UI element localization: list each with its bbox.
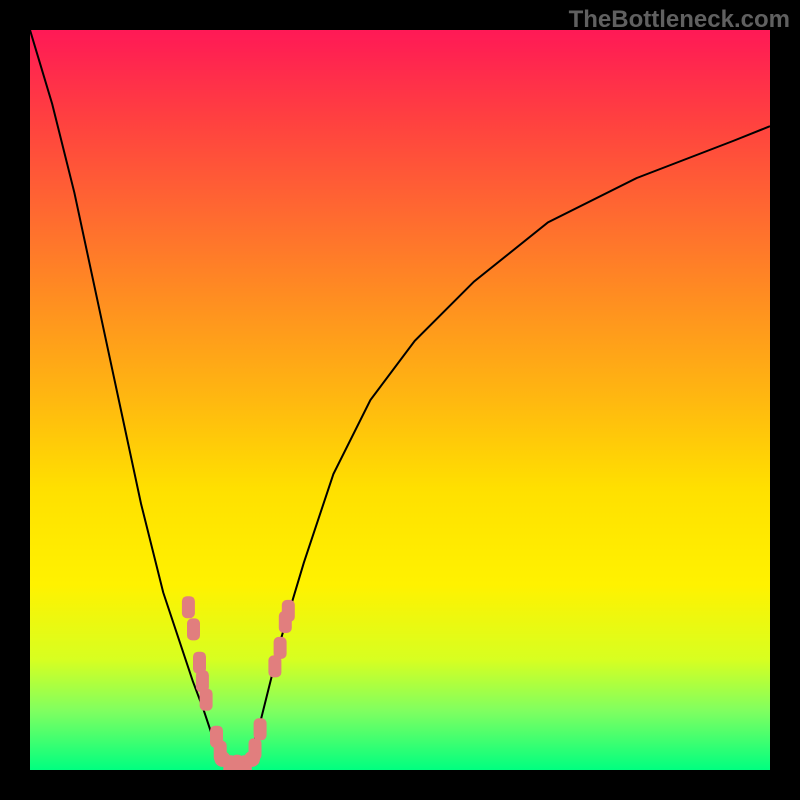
marker-rect (200, 689, 213, 711)
marker-rect (182, 596, 195, 618)
chart-container: TheBottleneck.com (0, 0, 800, 800)
plot-area (30, 30, 770, 770)
right-curve (237, 126, 770, 770)
marker-rect (274, 637, 287, 659)
marker-circle (244, 751, 260, 767)
watermark-text: TheBottleneck.com (569, 6, 790, 34)
marker-circle (214, 751, 230, 767)
marker-group (182, 596, 295, 770)
marker-rect (282, 600, 295, 622)
marker-rect (254, 718, 267, 740)
curve-layer (30, 30, 770, 770)
marker-circle (229, 755, 245, 770)
marker-rect (187, 618, 200, 640)
left-curve (30, 30, 237, 770)
